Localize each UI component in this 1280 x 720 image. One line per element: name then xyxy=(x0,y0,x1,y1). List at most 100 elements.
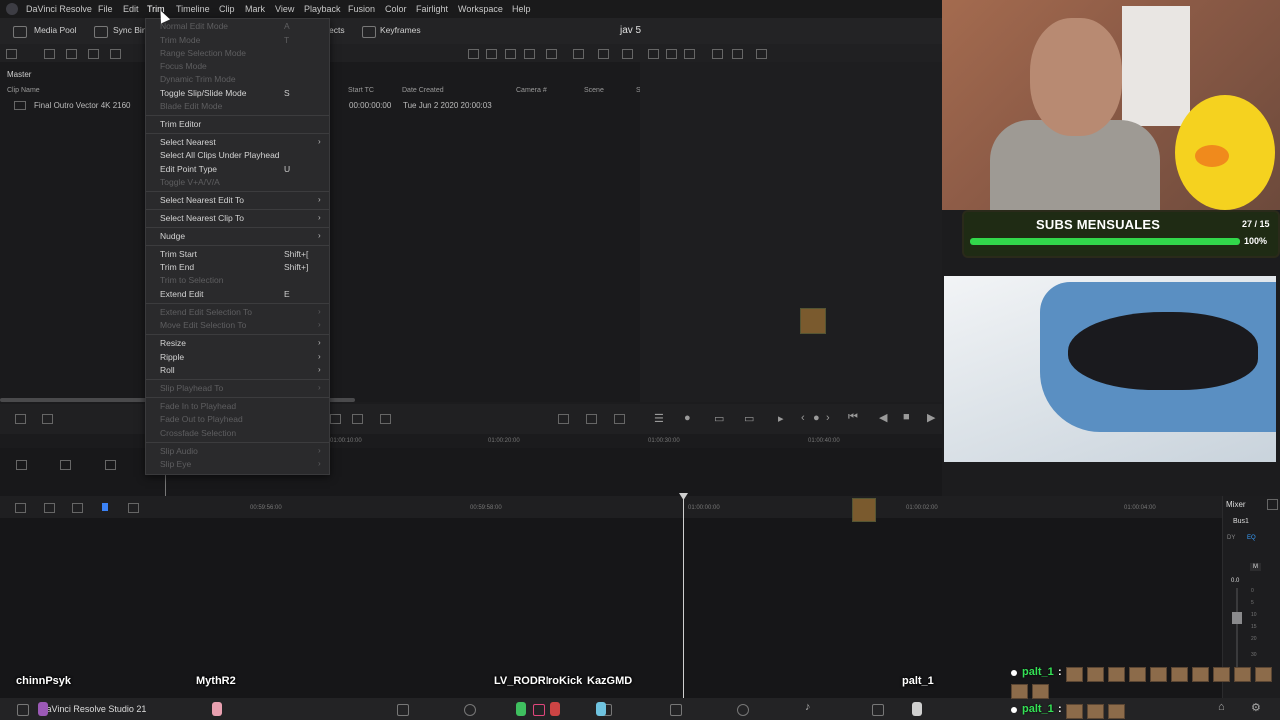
sync-bin-button[interactable]: Sync Bin xyxy=(113,25,147,35)
tool-ripple-icon[interactable] xyxy=(586,414,597,424)
menu-item-select-nearest-clip-to[interactable]: Select Nearest Clip To xyxy=(160,213,244,223)
toggle-bins-icon[interactable] xyxy=(6,49,17,59)
media-pool-button[interactable]: Media Pool xyxy=(34,25,77,35)
tool-place-icon[interactable] xyxy=(380,414,391,424)
mini-timeline[interactable] xyxy=(0,448,942,496)
options-icon[interactable] xyxy=(622,49,633,59)
go-to-start-icon[interactable]: ⏮ xyxy=(848,411,858,424)
tool-select-icon[interactable] xyxy=(15,414,26,424)
timeline-playhead[interactable] xyxy=(683,496,684,706)
track-tool-icon[interactable] xyxy=(16,460,27,470)
refresh-icon[interactable] xyxy=(110,49,121,59)
flag-icon[interactable] xyxy=(102,503,108,511)
menu-fusion[interactable]: Fusion xyxy=(348,4,375,14)
menu-file[interactable]: File xyxy=(98,4,113,14)
menu-item-trim-editor[interactable]: Trim Editor xyxy=(160,119,201,129)
menu-fairlight[interactable]: Fairlight xyxy=(416,4,448,14)
tool-close-up-icon[interactable] xyxy=(614,414,625,424)
column-camera[interactable]: Camera # xyxy=(516,87,547,94)
timeline-view-icon[interactable] xyxy=(15,503,26,513)
razor-icon[interactable] xyxy=(72,503,83,513)
sort-order-icon[interactable] xyxy=(598,49,609,59)
dynamics-button[interactable]: DY xyxy=(1227,535,1235,541)
clip-name-cell[interactable]: Final Outro Vector 4K 2160 xyxy=(34,101,131,110)
deliver-page-icon[interactable] xyxy=(872,704,884,716)
viewer-single-icon[interactable] xyxy=(684,49,695,59)
menu-color[interactable]: Color xyxy=(385,4,407,14)
music-note-icon[interactable]: ♪ xyxy=(805,701,811,713)
menu-view[interactable]: View xyxy=(275,4,294,14)
menu-item-select-nearest[interactable]: Select Nearest xyxy=(160,137,216,147)
color-page-icon[interactable] xyxy=(670,704,682,716)
viewer-extra-icon[interactable] xyxy=(756,49,767,59)
smart-bin-icon[interactable] xyxy=(66,49,77,59)
menu-mark[interactable]: Mark xyxy=(245,4,265,14)
column-scene[interactable]: Scene xyxy=(584,87,604,94)
menu-item-extend-edit[interactable]: Extend Edit xyxy=(160,289,203,299)
search-icon[interactable] xyxy=(573,49,584,59)
menu-help[interactable]: Help xyxy=(512,4,531,14)
menu-edit[interactable]: Edit xyxy=(123,4,139,14)
mute-button[interactable]: M xyxy=(1250,563,1261,571)
mic-icon[interactable]: ● xyxy=(684,412,691,424)
column-start-tc[interactable]: Start TC xyxy=(348,87,374,94)
cut-page-icon[interactable] xyxy=(464,704,476,716)
menu-app[interactable]: DaVinci Resolve xyxy=(26,4,92,14)
tool-overwrite-icon[interactable] xyxy=(330,414,341,424)
menu-workspace[interactable]: Workspace xyxy=(458,4,503,14)
tool-append-icon[interactable] xyxy=(352,414,363,424)
tool-trim-icon[interactable] xyxy=(42,414,53,424)
menu-item-resize[interactable]: Resize xyxy=(160,338,186,348)
new-bin-icon[interactable] xyxy=(44,49,55,59)
menu-timeline[interactable]: Timeline xyxy=(176,4,210,14)
home-icon[interactable]: ⌂ xyxy=(1218,701,1225,713)
audio-settings-icon[interactable]: ☰ xyxy=(654,412,664,425)
column-date-created[interactable]: Date Created xyxy=(402,87,444,94)
tool-fit-icon[interactable] xyxy=(558,414,569,424)
effects-button[interactable]: ects xyxy=(329,25,345,35)
mini-timeline-ruler[interactable]: 01:00:10:00 01:00:20:00 01:00:30:00 01:0… xyxy=(0,434,942,448)
menu-clip[interactable]: Clip xyxy=(219,4,235,14)
column-clip-name[interactable]: Clip Name xyxy=(7,87,40,94)
viewer-mode-icon[interactable] xyxy=(648,49,659,59)
reverse-play-icon[interactable]: ◀ xyxy=(879,411,887,424)
source-viewer[interactable] xyxy=(640,62,942,402)
filmstrip-view-icon[interactable] xyxy=(505,49,516,59)
mixer-options-icon[interactable] xyxy=(1267,499,1278,510)
jog-icon[interactable]: ▸ xyxy=(778,412,784,425)
fader-handle[interactable] xyxy=(1232,612,1242,624)
eq-button[interactable]: EQ xyxy=(1247,535,1256,541)
marker-dot-icon[interactable]: ● xyxy=(813,412,820,424)
play-icon[interactable]: ▶ xyxy=(927,411,935,424)
list-view-icon[interactable] xyxy=(524,49,535,59)
audio-icon[interactable] xyxy=(128,503,139,513)
menu-item-toggle-slip-slide[interactable]: Toggle Slip/Slide Mode xyxy=(160,88,246,98)
master-bin[interactable]: Master xyxy=(0,68,145,82)
menu-item-nudge[interactable]: Nudge xyxy=(160,231,185,241)
menu-item-trim-end[interactable]: Trim End xyxy=(160,262,194,272)
viewer-grid-icon[interactable] xyxy=(712,49,723,59)
stop-icon[interactable]: ■ xyxy=(903,411,910,423)
media-page-icon[interactable] xyxy=(397,704,409,716)
menu-playback[interactable]: Playback xyxy=(304,4,341,14)
next-frame-icon[interactable]: › xyxy=(826,412,830,424)
gear-icon[interactable]: ⚙ xyxy=(1251,701,1261,714)
sort-icon[interactable] xyxy=(546,49,557,59)
mini-playhead[interactable] xyxy=(165,472,166,496)
viewer-layout-icon[interactable] xyxy=(666,49,677,59)
prev-frame-icon[interactable]: ‹ xyxy=(801,412,805,424)
snapping-icon[interactable] xyxy=(44,503,55,513)
menu-item-edit-point-type[interactable]: Edit Point Type xyxy=(160,164,217,174)
fairlight-page-icon[interactable] xyxy=(737,704,749,716)
power-bin-icon[interactable] xyxy=(88,49,99,59)
menu-item-select-nearest-edit-to[interactable]: Select Nearest Edit To xyxy=(160,195,244,205)
menu-item-roll[interactable]: Roll xyxy=(160,365,175,375)
edit-page-icon[interactable] xyxy=(533,704,545,716)
monitor-icon[interactable]: ▭ xyxy=(714,412,724,425)
viewer-option-icon[interactable] xyxy=(732,49,743,59)
loop-icon[interactable]: ▭ xyxy=(744,412,754,425)
track-tool-icon[interactable] xyxy=(60,460,71,470)
menu-item-ripple[interactable]: Ripple xyxy=(160,352,184,362)
grid-view-icon[interactable] xyxy=(486,49,497,59)
thumbnail-view-icon[interactable] xyxy=(468,49,479,59)
